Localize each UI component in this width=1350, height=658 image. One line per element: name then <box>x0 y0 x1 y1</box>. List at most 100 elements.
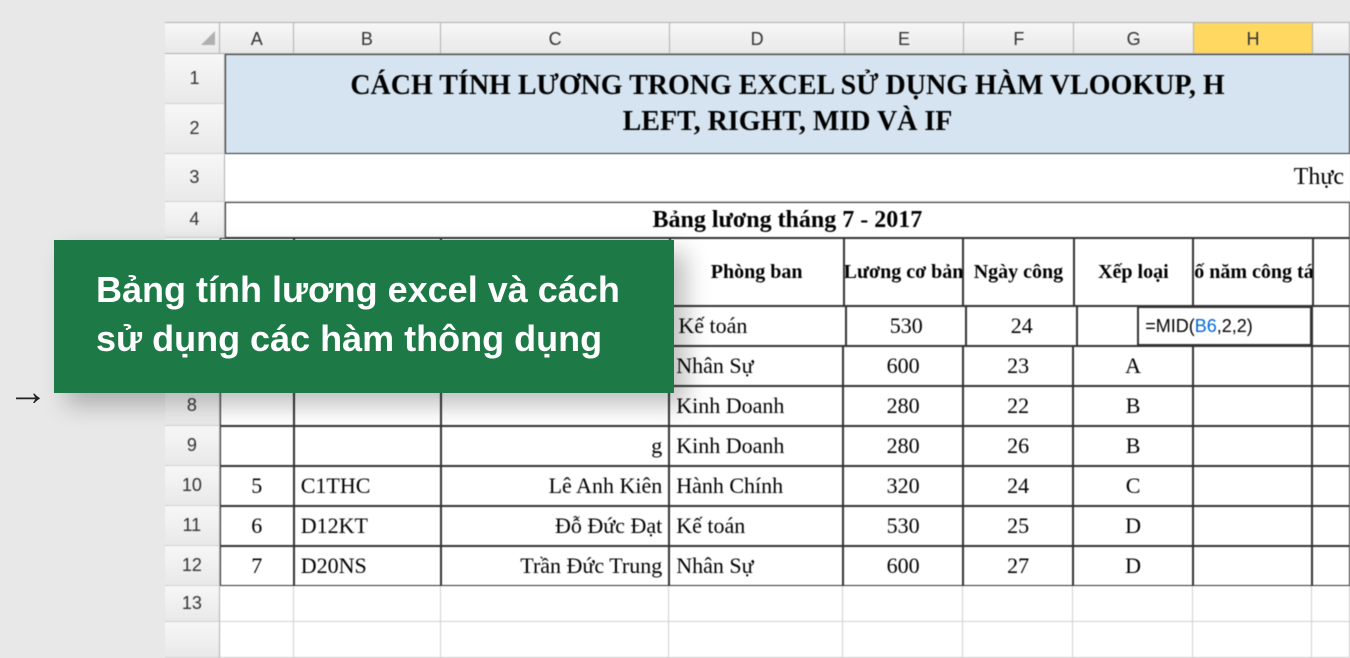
cell-xeploai[interactable]: B <box>1073 426 1193 466</box>
cell[interactable] <box>441 586 670 622</box>
cell-phongban[interactable]: Kế toán <box>669 506 843 546</box>
cell-ngaycong[interactable]: 23 <box>963 346 1073 386</box>
title-cell[interactable]: CÁCH TÍNH LƯƠNG TRONG EXCEL SỬ DỤNG HÀM … <box>225 54 1350 154</box>
th-sonam[interactable]: Số năm công tác <box>1193 238 1312 306</box>
cell[interactable] <box>843 622 963 658</box>
row-header-3[interactable]: 3 <box>165 154 225 202</box>
th-xeploai[interactable]: Xếp loại <box>1074 238 1193 306</box>
cell-manv[interactable]: C1THC <box>294 466 441 506</box>
cell-manv[interactable] <box>294 426 441 466</box>
cell-overflow[interactable] <box>1312 546 1350 586</box>
cell-ngaycong[interactable]: 26 <box>963 426 1073 466</box>
col-header-C[interactable]: C <box>441 23 671 53</box>
th-phongban[interactable]: Phòng ban <box>670 238 844 306</box>
cell[interactable] <box>669 586 843 622</box>
cell-manv[interactable]: D12KT <box>294 506 441 546</box>
cell-sonam[interactable] <box>1193 346 1313 386</box>
cell-sonam[interactable] <box>1193 426 1313 466</box>
cell-sonam[interactable] <box>1193 386 1313 426</box>
cell[interactable] <box>1312 622 1350 658</box>
cell-overflow[interactable] <box>1312 306 1350 346</box>
cell-phongban[interactable]: Nhân Sự <box>669 346 843 386</box>
cell[interactable] <box>220 586 294 622</box>
cell-overflow[interactable] <box>1312 466 1350 506</box>
cell-ngaycong[interactable]: 24 <box>966 306 1077 346</box>
cell-phongban[interactable]: Nhân Sự <box>669 546 843 586</box>
cell-overflow[interactable] <box>1312 506 1350 546</box>
cell-xeploai[interactable]: B <box>1073 386 1193 426</box>
cell-overflow[interactable] <box>1312 426 1350 466</box>
table-title-cell[interactable]: Bảng lương tháng 7 - 2017 <box>225 202 1350 238</box>
cell-stt[interactable] <box>220 426 294 466</box>
cell-luong[interactable]: 320 <box>843 466 963 506</box>
cell[interactable] <box>1073 586 1193 622</box>
cell-luong[interactable]: 530 <box>843 506 963 546</box>
cell-luong[interactable]: 600 <box>843 546 963 586</box>
cell-row3[interactable]: Thực <box>225 154 1350 202</box>
cell[interactable] <box>220 622 294 658</box>
cell-ten[interactable]: Trần Đức Trung <box>441 546 670 586</box>
cell-stt[interactable]: 6 <box>220 506 294 546</box>
col-header-D[interactable]: D <box>670 23 844 53</box>
row-header-13[interactable]: 13 <box>165 586 220 622</box>
cell[interactable] <box>1193 586 1313 622</box>
cell-sonam[interactable] <box>1193 546 1313 586</box>
cell-ngaycong[interactable]: 25 <box>963 506 1073 546</box>
cell-sonam[interactable] <box>1193 506 1313 546</box>
cell-xeploai[interactable]: C <box>1073 466 1193 506</box>
cell[interactable] <box>963 586 1073 622</box>
cell[interactable] <box>294 622 441 658</box>
cell-xeploai[interactable]: D <box>1073 506 1193 546</box>
col-header-H[interactable]: H <box>1194 23 1313 53</box>
cell-overflow[interactable] <box>1312 346 1350 386</box>
col-header-A[interactable]: A <box>220 23 294 53</box>
cell-luong[interactable]: 280 <box>843 426 963 466</box>
row-header-10[interactable]: 10 <box>165 466 220 506</box>
row-header-9[interactable]: 9 <box>165 426 220 466</box>
cell[interactable] <box>1312 586 1350 622</box>
row-header-11[interactable]: 11 <box>165 506 220 546</box>
row-header-14[interactable] <box>165 622 220 658</box>
cell-ngaycong[interactable]: 27 <box>963 546 1073 586</box>
cell[interactable] <box>669 622 843 658</box>
cell-sonam[interactable]: =MID(B6,2,2) <box>1137 306 1312 346</box>
row-header-12[interactable]: 12 <box>165 546 220 586</box>
cell-luong[interactable]: 530 <box>846 306 966 346</box>
cell-phongban[interactable]: Hành Chính <box>669 466 843 506</box>
cell-ten[interactable]: Lê Anh Kiên <box>441 466 670 506</box>
col-header-F[interactable]: F <box>964 23 1074 53</box>
row-header-1[interactable]: 1 <box>165 54 225 104</box>
row-header-4[interactable]: 4 <box>165 202 225 238</box>
cell[interactable] <box>843 586 963 622</box>
cell-manv[interactable]: D20NS <box>294 546 441 586</box>
cell[interactable] <box>294 586 441 622</box>
cell-xeploai[interactable]: D <box>1073 546 1193 586</box>
cell-phongban[interactable]: Kinh Doanh <box>669 426 843 466</box>
cell[interactable] <box>1073 622 1193 658</box>
cell[interactable] <box>1193 622 1313 658</box>
cell[interactable] <box>441 622 670 658</box>
th-overflow[interactable] <box>1313 238 1350 306</box>
th-luong[interactable]: Lương cơ bản <box>844 238 963 306</box>
th-ngaycong[interactable]: Ngày công <box>963 238 1073 306</box>
cell-overflow[interactable] <box>1312 386 1350 426</box>
cell[interactable] <box>963 622 1073 658</box>
cell-phongban[interactable]: Kế toán <box>671 306 846 346</box>
cell-sonam[interactable] <box>1193 466 1313 506</box>
col-header-E[interactable]: E <box>845 23 964 53</box>
cell-ten[interactable]: g <box>441 426 670 466</box>
cell-luong[interactable]: 280 <box>843 386 963 426</box>
cell-phongban[interactable]: Kinh Doanh <box>669 386 843 426</box>
cell-luong[interactable]: 600 <box>843 346 963 386</box>
col-header-B[interactable]: B <box>294 23 441 53</box>
cell-ngaycong[interactable]: 22 <box>963 386 1073 426</box>
select-all-corner[interactable] <box>165 23 220 53</box>
cell-ngaycong[interactable]: 24 <box>963 466 1073 506</box>
col-header-overflow[interactable] <box>1313 23 1350 53</box>
cell-xeploai[interactable]: A <box>1073 346 1193 386</box>
cell-ten[interactable]: Đỗ Đức Đạt <box>441 506 670 546</box>
cell-stt[interactable]: 7 <box>220 546 294 586</box>
cell-stt[interactable]: 5 <box>220 466 294 506</box>
col-header-G[interactable]: G <box>1074 23 1193 53</box>
row-header-2[interactable]: 2 <box>165 104 225 154</box>
